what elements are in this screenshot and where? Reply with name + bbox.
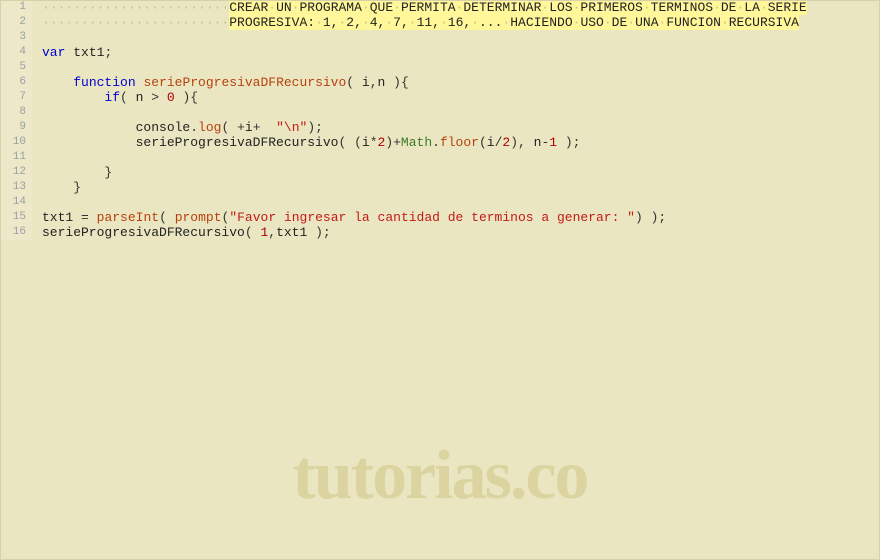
token-punc: ){ [385,75,408,90]
code-line[interactable]: function serieProgresivaDFRecursivo( i,n… [32,75,880,90]
token-punc: } [104,165,112,180]
line-number: 6 [4,75,26,90]
token-punc: )+ [385,135,401,150]
token-ident: txt1 [73,45,104,60]
token-fn: prompt [175,210,222,225]
token-ident: i [362,75,370,90]
token-punc: , [370,75,378,90]
code-line[interactable]: serieProgresivaDFRecursivo( 1,txt1 ); [32,225,880,240]
token-punc: . [432,135,440,150]
token-kw: var [42,45,65,60]
token-obj: Math [401,135,432,150]
token-punc: > [151,90,159,105]
token-ident: i [487,135,495,150]
line-number: 13 [4,180,26,195]
token-punc: ){ [175,90,198,105]
token-punc: . [190,120,198,135]
code-line[interactable]: var txt1; [32,45,880,60]
token-punc: ( [245,225,261,240]
token-punc: ( [120,90,136,105]
line-number: 5 [4,60,26,75]
token-str: "\n" [276,120,307,135]
token-punc: } [73,180,81,195]
line-number: 7 [4,90,26,105]
line-number: 11 [4,150,26,165]
token-punc: ); [307,225,330,240]
token-punc: , [268,225,276,240]
token-ident: serieProgresivaDFRecursivo [136,135,339,150]
token-punc: + [237,120,245,135]
line-number-gutter: 12345678910111213141516 [0,0,32,240]
code-editor[interactable]: 12345678910111213141516 ················… [0,0,880,240]
code-line[interactable]: } [32,165,880,180]
code-line[interactable]: console.log( +i+ "\n"); [32,120,880,135]
token-punc: ), [510,135,533,150]
token-punc: = [81,210,89,225]
token-ident: txt1 [42,210,73,225]
line-number: 9 [4,120,26,135]
line-number: 12 [4,165,26,180]
code-line[interactable] [32,150,880,165]
code-line[interactable]: serieProgresivaDFRecursivo( (i*2)+Math.f… [32,135,880,150]
token-kw: function [73,75,135,90]
token-punc: ( [159,210,175,225]
token-punc: ( ( [338,135,361,150]
code-line[interactable]: ························PROGRESIVA:·1,·2… [32,15,880,30]
token-fn: serieProgresivaDFRecursivo [143,75,346,90]
line-number: 1 [4,0,26,15]
token-ident: console [136,120,191,135]
code-line[interactable]: if( n > 0 ){ [32,90,880,105]
line-number: 15 [4,210,26,225]
token-punc: * [370,135,378,150]
token-fn: floor [440,135,479,150]
token-punc: ( [346,75,362,90]
token-punc: ; [104,45,112,60]
comment-text: PROGRESIVA:·1,·2,·4,·7,·11,·16,·...·HACI… [229,15,799,30]
line-number: 16 [4,225,26,240]
code-line[interactable]: txt1 = parseInt( prompt("Favor ingresar … [32,210,880,225]
token-ident: i [362,135,370,150]
code-line[interactable] [32,30,880,45]
code-line[interactable] [32,195,880,210]
code-area[interactable]: ························CREAR·UN·PROGRAM… [32,0,880,240]
token-num: 0 [167,90,175,105]
watermark-logo: tutorias.co [0,436,880,516]
line-number: 10 [4,135,26,150]
token-punc: ( [479,135,487,150]
comment-text: CREAR·UN·PROGRAMA·QUE·PERMITA·DETERMINAR… [229,0,807,15]
token-ident: txt1 [276,225,307,240]
code-line[interactable]: } [32,180,880,195]
token-fn: parseInt [97,210,159,225]
token-num: 1 [549,135,557,150]
token-punc: ); [557,135,580,150]
token-fn: log [198,120,221,135]
token-punc: ); [307,120,323,135]
token-ident: i [245,120,253,135]
token-punc: + [253,120,261,135]
token-punc: ) ); [635,210,666,225]
code-line[interactable] [32,105,880,120]
line-number: 14 [4,195,26,210]
code-line[interactable] [32,60,880,75]
code-line[interactable]: ························CREAR·UN·PROGRAM… [32,0,880,15]
line-number: 3 [4,30,26,45]
line-number: 8 [4,105,26,120]
token-ident: serieProgresivaDFRecursivo [42,225,245,240]
token-str: "Favor ingresar la cantidad de terminos … [229,210,635,225]
line-number: 2 [4,15,26,30]
line-number: 4 [4,45,26,60]
token-punc: ( [221,120,237,135]
token-kw: if [104,90,120,105]
